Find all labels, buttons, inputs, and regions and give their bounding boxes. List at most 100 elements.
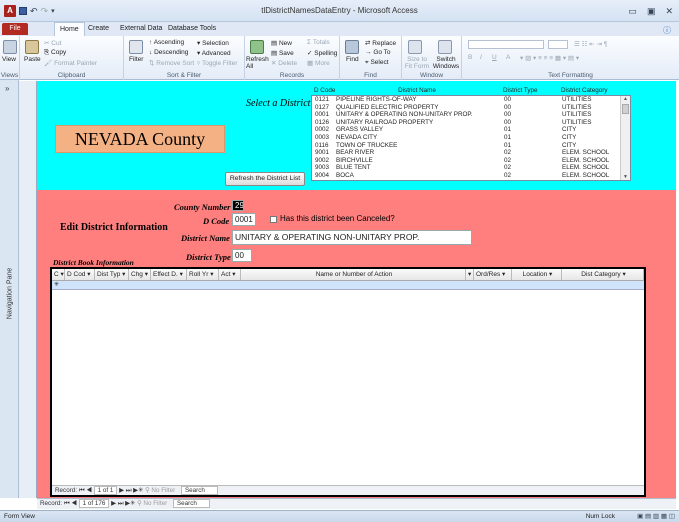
- more-button[interactable]: ▦ More: [307, 59, 330, 67]
- main-prev-icon[interactable]: ◀: [71, 500, 78, 507]
- district-listbox[interactable]: 0121 PIPELINE RIGHTS-OF-WAY 00 UTILITIES 012…: [311, 95, 631, 181]
- main-next-icon[interactable]: ▶: [111, 500, 116, 507]
- totals-button[interactable]: Σ Totals: [307, 39, 330, 46]
- select-button[interactable]: ⌖ Select: [365, 59, 389, 67]
- subform-col-dist-type[interactable]: Dist Typ ▾: [95, 269, 129, 280]
- filter-icon[interactable]: [129, 40, 143, 54]
- district-list-item[interactable]: 0116 TOWN OF TRUCKEE 01 CITY: [312, 142, 630, 150]
- switch-windows-button[interactable]: Switch Windows: [431, 56, 461, 70]
- subform-col-act[interactable]: Act ▾: [219, 269, 241, 280]
- subform-col-action-name-dropdown[interactable]: ▾: [466, 269, 474, 280]
- district-list-item[interactable]: 0002 GRASS VALLEY 01 CITY: [312, 126, 630, 134]
- listbox-scrollbar[interactable]: ▲ ▼: [620, 96, 630, 180]
- tab-database-tools[interactable]: Database Tools: [168, 25, 216, 32]
- subform-col-dist-category[interactable]: Dist Category ▾: [562, 269, 644, 280]
- italic-button[interactable]: I: [480, 54, 482, 61]
- subform-col-location[interactable]: Location ▾: [512, 269, 562, 280]
- spelling-button[interactable]: ✓ Spelling: [307, 49, 337, 57]
- selection-button[interactable]: ▾ Selection: [197, 39, 229, 47]
- main-new-icon[interactable]: ▶✳: [125, 500, 137, 507]
- district-name-field[interactable]: UNITARY & OPERATING NON-UNITARY PROP.: [232, 230, 472, 245]
- refresh-icon[interactable]: [250, 40, 264, 54]
- align-icons[interactable]: ▾ ▨ ▾ ≡ ≡ ≡ ▦ ▾ ▤ ▾: [520, 54, 579, 62]
- descending-button[interactable]: ↓ Descending: [149, 49, 188, 56]
- scroll-down-icon[interactable]: ▼: [621, 174, 630, 180]
- subform-new-icon[interactable]: ▶✳: [133, 487, 145, 494]
- replace-button[interactable]: ⇄ Replace: [365, 39, 396, 47]
- close-icon[interactable]: ✕: [665, 6, 673, 17]
- size-to-fit-icon[interactable]: [408, 40, 422, 54]
- subform-col-roll-yr[interactable]: Roll Yr ▾: [187, 269, 219, 280]
- bold-button[interactable]: B: [468, 54, 472, 61]
- switch-windows-icon[interactable]: [438, 40, 452, 54]
- cut-button[interactable]: ✂ Cut: [44, 39, 61, 47]
- refresh-district-list-button[interactable]: Refresh the District List: [225, 172, 305, 186]
- font-size-dropdown[interactable]: [548, 40, 568, 49]
- county-number-field[interactable]: 29: [232, 200, 244, 211]
- record-selector[interactable]: [19, 190, 37, 498]
- format-painter-button[interactable]: 🖌 Format Painter: [44, 59, 97, 67]
- goto-button[interactable]: → Go To: [365, 49, 391, 56]
- subform-new-row[interactable]: ✳: [52, 281, 644, 290]
- view-button[interactable]: View: [2, 56, 16, 63]
- canceled-checkbox[interactable]: [270, 216, 277, 223]
- subform-filter-indicator[interactable]: ⚲ No Filter: [145, 487, 175, 494]
- subform-col-action-name[interactable]: Name or Number of Action: [241, 269, 466, 280]
- district-list-item[interactable]: 9003 BLUE TENT 02 ELEM. SCHOOL: [312, 164, 630, 172]
- underline-button[interactable]: U: [492, 54, 497, 61]
- subform-position-field[interactable]: 1 of 1: [93, 486, 118, 495]
- main-last-icon[interactable]: ⏭: [118, 500, 124, 507]
- scroll-up-icon[interactable]: ▲: [621, 96, 630, 102]
- minimize-icon[interactable]: ▭: [628, 6, 637, 17]
- maximize-icon[interactable]: ▣: [647, 6, 656, 17]
- view-switcher-icons[interactable]: ▣ ▤ ▥ ▦ ◫: [637, 511, 675, 522]
- subform-prev-icon[interactable]: ◀: [86, 487, 93, 494]
- tab-create[interactable]: Create: [88, 25, 109, 32]
- scroll-thumb[interactable]: [622, 104, 629, 114]
- tab-external-data[interactable]: External Data: [120, 25, 162, 32]
- font-color-button[interactable]: A: [506, 54, 510, 61]
- toggle-filter-button[interactable]: ▿ Toggle Filter: [197, 59, 237, 67]
- district-list-item[interactable]: 9004 BOCA 02 ELEM. SCHOOL: [312, 172, 630, 180]
- district-list-item[interactable]: 9002 BIRCHVILLE 02 ELEM. SCHOOL: [312, 157, 630, 165]
- subform-col-effect-date[interactable]: Effect D. ▾: [151, 269, 187, 280]
- district-type-field[interactable]: 00: [232, 249, 252, 262]
- subform-col-chg[interactable]: Chg ▾: [129, 269, 151, 280]
- subform-search-input[interactable]: Search: [180, 486, 218, 495]
- district-list-item[interactable]: 0121 PIPELINE RIGHTS-OF-WAY 00 UTILITIES: [312, 96, 630, 104]
- main-filter-indicator[interactable]: ⚲ No Filter: [137, 500, 167, 507]
- refresh-all-button[interactable]: Refresh All: [246, 56, 270, 70]
- subform-col-c[interactable]: C ▾: [52, 269, 65, 280]
- subform-last-icon[interactable]: ⏭: [126, 487, 132, 494]
- copy-button[interactable]: ⎘ Copy: [44, 49, 66, 57]
- main-position-field[interactable]: 1 of 176: [78, 499, 110, 508]
- district-list-item[interactable]: 0001 UNITARY & OPERATING NON-UNITARY PROP…: [312, 111, 630, 119]
- ascending-button[interactable]: ↑ Ascending: [149, 39, 184, 46]
- new-record-button[interactable]: ▤ New: [271, 39, 292, 47]
- binoculars-icon[interactable]: [345, 40, 359, 54]
- remove-sort-button[interactable]: ⇅ Remove Sort: [149, 59, 194, 67]
- header-selector[interactable]: [19, 81, 37, 190]
- expand-nav-icon[interactable]: »: [5, 84, 9, 93]
- save-record-button[interactable]: ▤ Save: [271, 49, 294, 57]
- paste-button[interactable]: Paste: [24, 56, 41, 63]
- dcode-field[interactable]: 0001: [232, 213, 256, 226]
- paste-icon[interactable]: [25, 40, 39, 54]
- filter-button[interactable]: Filter: [129, 56, 143, 63]
- district-list-item[interactable]: 9001 BEAR RIVER 02 ELEM. SCHOOL: [312, 149, 630, 157]
- delete-record-button[interactable]: ✕ Delete: [271, 59, 297, 67]
- district-list-item[interactable]: 0126 UNITARY RAILROAD PROPERTY 00 UTILITIES: [312, 119, 630, 127]
- font-name-dropdown[interactable]: [468, 40, 544, 49]
- find-button[interactable]: Find: [346, 56, 359, 63]
- subform-col-ord-res[interactable]: Ord/Res ▾: [474, 269, 512, 280]
- advanced-button[interactable]: ▾ Advanced: [197, 49, 231, 57]
- list-format-icons[interactable]: ☰ ☷ ⇤ ⇥ ¶: [574, 40, 607, 48]
- subform-next-icon[interactable]: ▶: [119, 487, 124, 494]
- subform-col-dcode[interactable]: D Cod ▾: [65, 269, 95, 280]
- tab-file[interactable]: File: [2, 23, 28, 35]
- district-list-item[interactable]: 0003 NEVADA CITY 01 CITY: [312, 134, 630, 142]
- help-icon[interactable]: ⓘ: [663, 25, 671, 36]
- view-icon[interactable]: [3, 40, 17, 54]
- size-to-fit-button[interactable]: Size to Fit Form: [403, 56, 431, 70]
- tab-home[interactable]: Home: [54, 22, 85, 36]
